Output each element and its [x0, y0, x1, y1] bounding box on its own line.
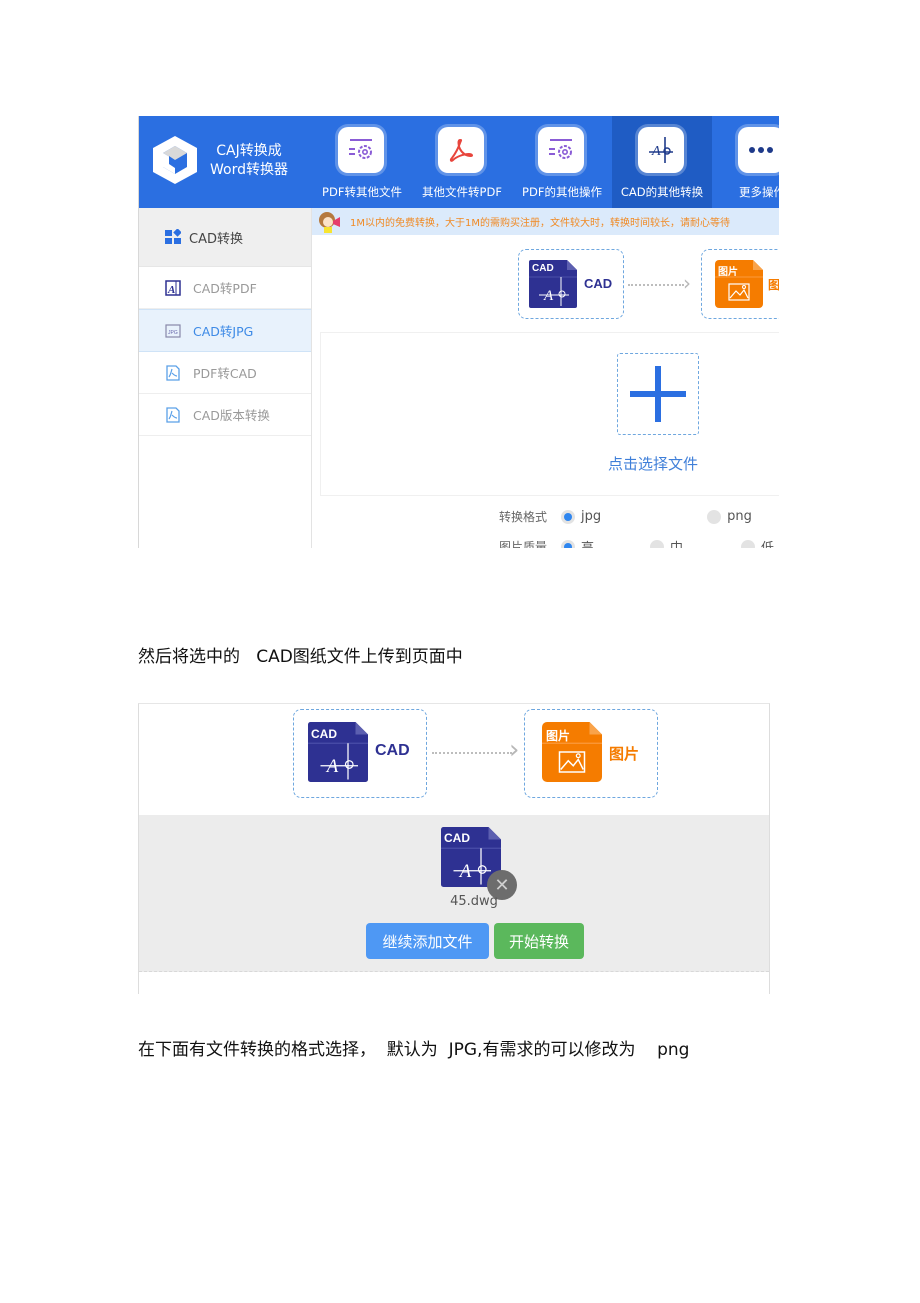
conversion-direction: A CAD CAD › 图片 图片 — [312, 235, 779, 331]
app-screenshot-uploaded: A CAD CAD › 图片 图片 A CAD ✕ 45.dwg 继续添加文件 … — [138, 703, 770, 994]
cad-badge: CAD — [532, 263, 554, 274]
nav-label: 更多操作 — [739, 185, 779, 199]
acrobat-icon — [438, 127, 484, 173]
pdf-settings-icon — [338, 127, 384, 173]
radio-png[interactable] — [707, 509, 722, 524]
sidebar-item-cad-version[interactable]: CAD版本转换 — [139, 394, 311, 436]
radio-jpg-label: jpg — [581, 509, 602, 524]
app-title: CAJ转换成 Word转换器 — [209, 142, 289, 180]
sidebar-header-label: CAD转换 — [189, 231, 243, 247]
target-format-card: 图片 图片 — [524, 709, 658, 798]
target-format-label: 图片 — [609, 745, 640, 763]
more-icon — [738, 127, 779, 173]
add-file-button[interactable] — [617, 353, 699, 435]
cad-badge: CAD — [444, 831, 470, 845]
radio-png-label: png — [727, 509, 752, 524]
radio-quality-high-label: 高 — [581, 537, 594, 548]
nav-other-to-pdf[interactable]: 其他文件转PDF — [412, 116, 512, 208]
svg-text:A: A — [325, 756, 339, 777]
pdf-file-icon — [166, 406, 180, 423]
app-screenshot-top: CAJ转换成 Word转换器 PDF转其他文件 其他文件转PDF PDF的其他操… — [138, 116, 779, 548]
caption-upload-instruction: 然后将选中的 CAD图纸文件上传到页面中 — [138, 647, 463, 667]
cad-badge: CAD — [311, 727, 337, 741]
nav-label: 其他文件转PDF — [422, 185, 502, 199]
radio-jpg[interactable] — [561, 509, 576, 524]
close-icon: ✕ — [494, 874, 510, 896]
pdf-settings-icon — [538, 127, 584, 173]
svg-text:A: A — [458, 861, 472, 882]
svg-text:A: A — [543, 288, 554, 304]
cad-pdf-icon: A — [165, 279, 181, 296]
nav-pdf-other-ops[interactable]: PDF的其他操作 — [512, 116, 612, 208]
radio-quality-low-label: 低 — [761, 537, 774, 548]
start-conversion-button[interactable]: 开始转换 — [494, 923, 584, 959]
sidebar-header[interactable]: CAD转换 — [139, 208, 311, 267]
source-format-card: A CAD CAD — [518, 249, 624, 319]
svg-text:JPG: JPG — [168, 330, 178, 336]
file-name: 45.dwg — [450, 894, 498, 909]
radio-quality-high[interactable] — [561, 539, 576, 548]
format-label: 转换格式 — [499, 510, 548, 524]
jpg-icon: JPG — [165, 323, 181, 338]
nav-label: PDF的其他操作 — [522, 185, 602, 199]
select-file-link[interactable]: 点击选择文件 — [608, 453, 698, 474]
app-logo-icon — [153, 136, 197, 184]
format-option-row: 转换格式 jpg png — [499, 508, 752, 525]
chevron-right-icon: › — [509, 735, 520, 765]
chevron-right-icon: › — [683, 271, 691, 295]
image-badge: 图片 — [718, 267, 738, 278]
uploaded-files-area: A CAD ✕ 45.dwg 继续添加文件 开始转换 — [139, 815, 769, 972]
app-title-line2: Word转换器 — [210, 162, 288, 178]
sidebar-item-label: CAD转JPG — [193, 324, 254, 339]
image-badge: 图片 — [546, 729, 571, 743]
nav-pdf-to-other[interactable]: PDF转其他文件 — [312, 116, 412, 208]
target-format-label: 图片 — [768, 278, 779, 292]
plus-icon-bar — [630, 391, 686, 397]
upload-dropzone[interactable]: 点击选择文件 — [320, 332, 779, 496]
radio-quality-low[interactable] — [741, 539, 756, 548]
grid-icon — [165, 229, 181, 244]
target-format-card: 图片 图片 — [701, 249, 779, 319]
pdf-file-icon — [166, 364, 180, 381]
svg-text:A: A — [167, 284, 175, 296]
app-title-line1: CAJ转换成 — [216, 143, 282, 159]
source-format-label: CAD — [375, 742, 410, 759]
radio-quality-medium[interactable] — [650, 539, 665, 548]
nav-label: PDF转其他文件 — [322, 185, 402, 199]
add-more-files-button[interactable]: 继续添加文件 — [366, 923, 489, 959]
app-header: CAJ转换成 Word转换器 PDF转其他文件 其他文件转PDF PDF的其他操… — [139, 116, 779, 208]
source-format-label: CAD — [584, 276, 613, 291]
sidebar-item-cad-to-jpg[interactable]: JPG CAD转JPG — [139, 309, 311, 352]
sidebar-item-cad-to-pdf[interactable]: A CAD转PDF — [139, 267, 311, 309]
quality-label: 图片质量 — [499, 540, 548, 548]
cad-icon: A — [638, 127, 684, 173]
sidebar-item-pdf-to-cad[interactable]: PDF转CAD — [139, 352, 311, 394]
notice-text: 1M以内的免费转换，大于1M的需购买注册，文件较大时，转换时间较长，请耐心等待 — [350, 218, 730, 229]
sidebar-item-label: CAD转PDF — [193, 281, 257, 296]
sidebar: CAD转换 A CAD转PDF JPG CAD转JPG PDF转CAD CAD版… — [139, 208, 312, 548]
mascot-megaphone-icon — [319, 211, 340, 233]
sidebar-item-label: PDF转CAD — [193, 366, 257, 381]
arrow-line — [628, 284, 684, 286]
arrow-line — [432, 752, 512, 754]
notice-bar: 1M以内的免费转换，大于1M的需购买注册，文件较大时，转换时间较长，请耐心等待 — [312, 208, 779, 235]
caption-format-instruction: 在下面有文件转换的格式选择， 默认为 JPG,有需求的可以修改为 png — [138, 1040, 690, 1060]
sidebar-item-label: CAD版本转换 — [193, 408, 270, 423]
source-format-card: A CAD CAD — [293, 709, 427, 798]
nav-label: CAD的其他转换 — [620, 185, 704, 199]
radio-quality-medium-label: 中 — [670, 537, 683, 548]
svg-text:A: A — [651, 144, 661, 159]
nav-cad-other[interactable]: A CAD的其他转换 — [612, 116, 712, 208]
nav-more[interactable]: 更多操作 — [712, 116, 779, 208]
quality-option-row: 图片质量 高 中 低 — [499, 537, 774, 548]
